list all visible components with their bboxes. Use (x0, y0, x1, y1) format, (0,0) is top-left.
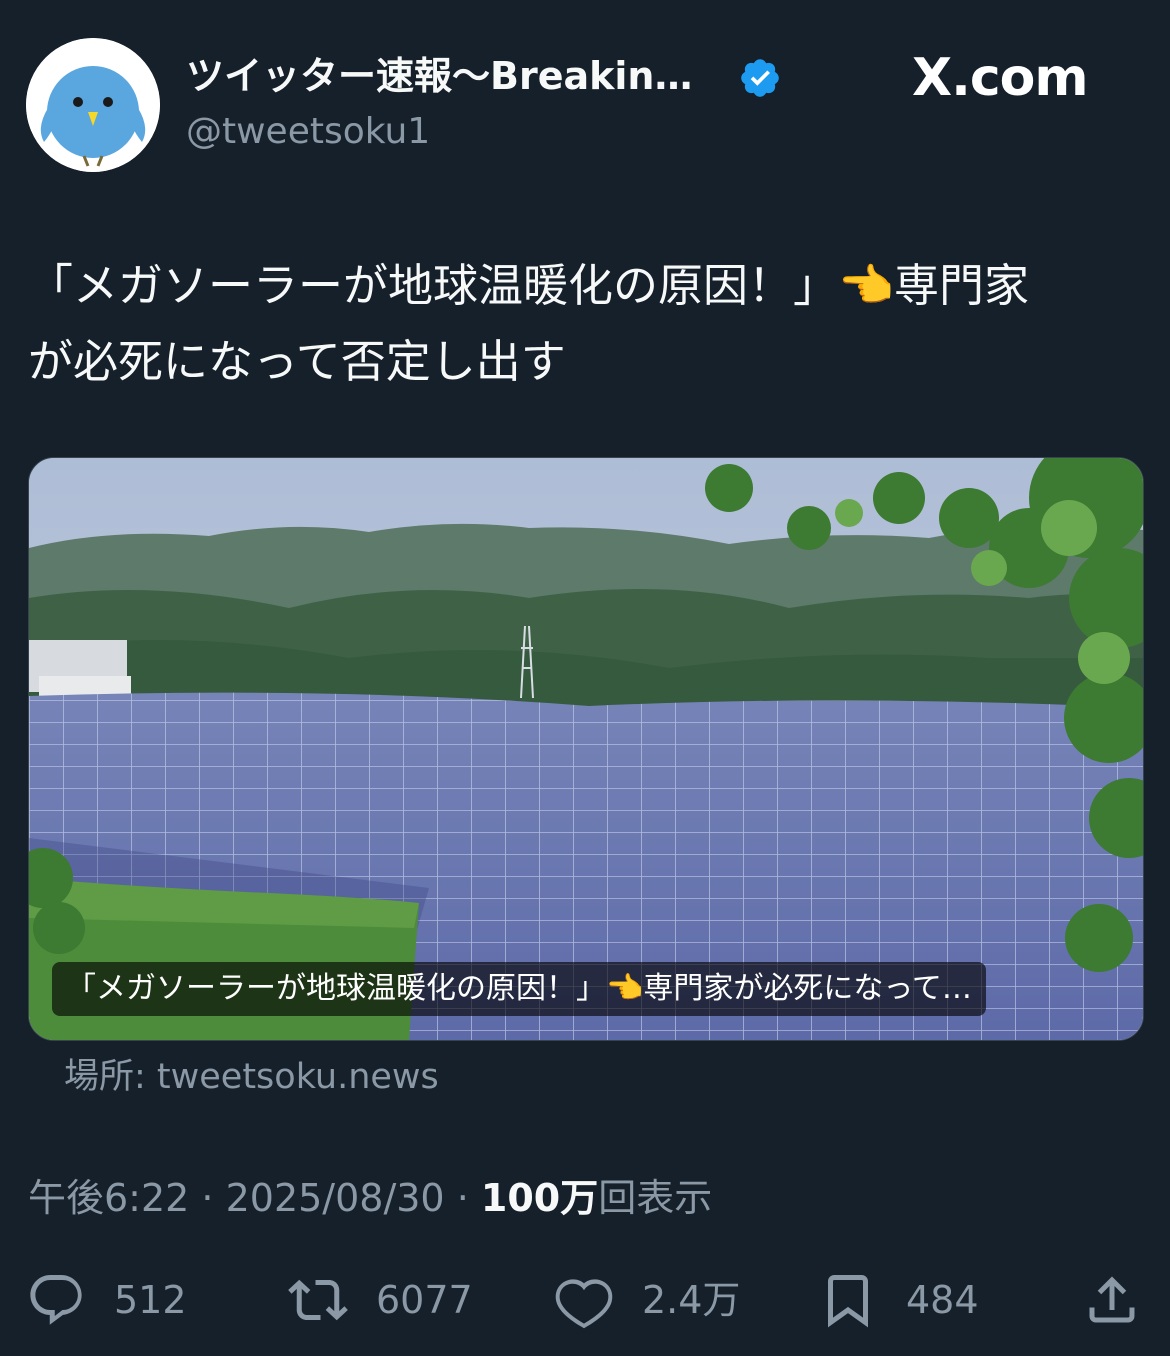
tweet-time[interactable]: 午後6:22 (28, 1176, 189, 1220)
reply-count: 512 (114, 1278, 187, 1322)
tweet-text-line: 「メガソーラーが地球温暖化の原因！」👈専門家 (28, 259, 1030, 312)
view-count: 100万 (480, 1176, 599, 1220)
retweet-button[interactable]: 6077 (288, 1268, 473, 1332)
like-button[interactable]: 2.4万 (554, 1268, 740, 1332)
bird-avatar-icon (26, 38, 160, 172)
tweet-text: 「メガソーラーが地球温暖化の原因！」👈専門家 が必死になって否定し出す (28, 248, 1128, 400)
like-count: 2.4万 (642, 1278, 741, 1322)
bookmark-count: 484 (906, 1278, 979, 1322)
meta-separator: · (189, 1176, 226, 1220)
display-name[interactable]: ツイッター速報〜Breakin… (186, 50, 692, 102)
bookmark-icon (828, 1275, 868, 1328)
share-icon (1089, 1276, 1135, 1323)
tweet-text-line: が必死になって否定し出す (28, 335, 566, 388)
tweet-meta: 午後6:22 · 2025/08/30 · 100万回表示 (28, 1172, 712, 1224)
tweet-date[interactable]: 2025/08/30 (226, 1176, 445, 1220)
card-caption[interactable]: 「メガソーラーが地球温暖化の原因！」👈専門家が必死になって… (52, 962, 986, 1016)
share-button[interactable] (1082, 1268, 1142, 1332)
meta-separator: · (444, 1176, 481, 1220)
card-source[interactable]: 場所: tweetsoku.news (64, 1054, 439, 1100)
link-card[interactable] (28, 457, 1144, 1041)
avatar[interactable] (26, 38, 160, 172)
bookmark-button[interactable]: 484 (818, 1268, 979, 1332)
view-count-label: 回表示 (598, 1176, 713, 1220)
solar-farm-image (29, 458, 1143, 1040)
retweet-icon (288, 1279, 348, 1321)
reply-button[interactable]: 512 (26, 1268, 187, 1332)
user-handle[interactable]: @tweetsoku1 (186, 108, 430, 156)
reply-icon (30, 1275, 82, 1325)
retweet-count: 6077 (376, 1278, 473, 1322)
brand-label: X.com (912, 48, 1089, 108)
heart-icon (555, 1279, 613, 1329)
verified-badge-icon (738, 56, 782, 100)
